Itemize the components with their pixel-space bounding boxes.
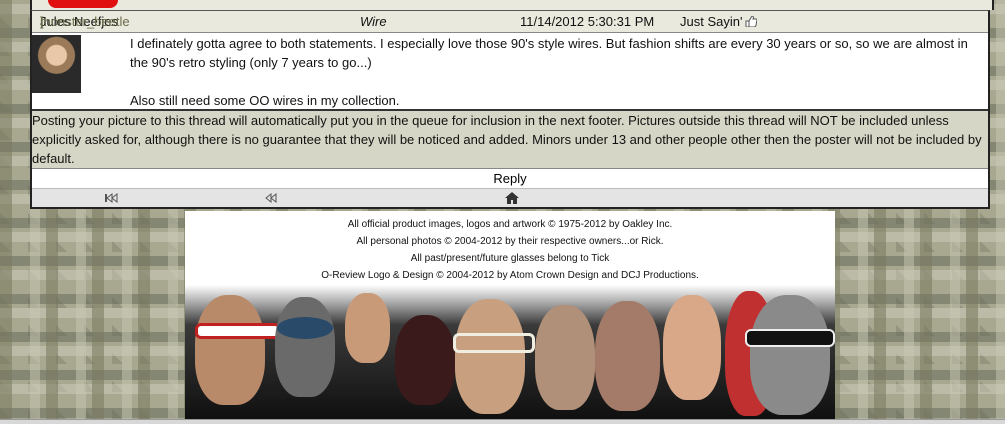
post-timestamp: 11/14/2012 5:30:31 PM bbox=[520, 14, 655, 29]
post-text: I definately gotta agree to both stateme… bbox=[130, 34, 982, 129]
post-title: Wire bbox=[360, 14, 387, 29]
credit-line: All past/present/future glasses belong t… bbox=[410, 253, 610, 264]
post-tag[interactable]: Just Sayin' bbox=[680, 11, 758, 32]
face-photo bbox=[275, 297, 335, 397]
browser-bottom-edge bbox=[0, 419, 1005, 424]
red-scribble bbox=[48, 0, 118, 8]
previous-post-edge bbox=[30, 0, 994, 10]
forum-post-panel: [monster_beetle] Jules Neefjes Wire 11/1… bbox=[30, 10, 990, 209]
thread-nav bbox=[32, 188, 988, 207]
sunglasses bbox=[745, 329, 835, 347]
face-photo bbox=[395, 315, 455, 405]
post-paragraph: Also still need some OO wires in my coll… bbox=[130, 93, 400, 108]
home-icon[interactable] bbox=[504, 191, 520, 205]
footer-credits: All official product images, logos and a… bbox=[185, 211, 835, 284]
face-photo bbox=[345, 293, 390, 363]
credit-line: O-Review Logo & Design © 2004-2012 by At… bbox=[321, 270, 699, 281]
rewind-icon[interactable] bbox=[264, 192, 278, 204]
reply-link[interactable]: Reply bbox=[493, 171, 526, 186]
face-photo bbox=[595, 301, 660, 411]
avatar bbox=[32, 35, 81, 93]
face-photo bbox=[195, 295, 265, 405]
face-photo bbox=[663, 295, 721, 400]
footer-photo-banner bbox=[185, 285, 835, 423]
thumbs-up-icon bbox=[745, 16, 758, 27]
face-photo bbox=[750, 295, 830, 415]
reply-row: Reply bbox=[32, 169, 988, 188]
post-body: I definately gotta agree to both stateme… bbox=[32, 33, 988, 109]
post-paragraph: I definately gotta agree to both stateme… bbox=[130, 36, 968, 70]
face-photo bbox=[535, 305, 595, 410]
credit-line: All official product images, logos and a… bbox=[347, 219, 673, 230]
white-frame-glasses bbox=[453, 333, 535, 353]
goggles bbox=[277, 317, 333, 339]
post-author: [monster_beetle] Jules Neefjes bbox=[40, 11, 130, 32]
sunglasses bbox=[195, 323, 281, 339]
post-header: [monster_beetle] Jules Neefjes Wire 11/1… bbox=[32, 11, 988, 33]
site-footer: All official product images, logos and a… bbox=[185, 211, 835, 423]
face-photo bbox=[455, 299, 525, 414]
credit-line: All personal photos © 2004-2012 by their… bbox=[356, 236, 664, 247]
author-handle-link[interactable]: monster_beetle bbox=[40, 11, 130, 32]
skip-to-first-icon[interactable] bbox=[104, 192, 118, 204]
